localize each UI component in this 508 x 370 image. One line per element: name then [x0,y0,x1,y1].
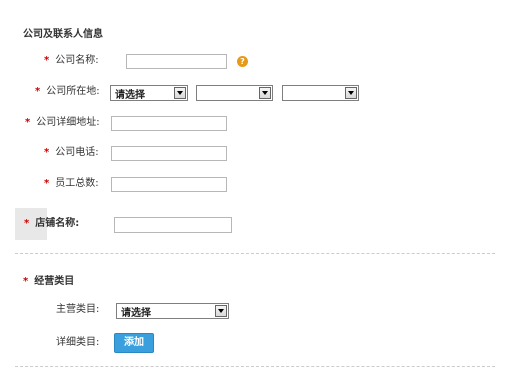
city-select[interactable] [196,85,273,101]
section-title: 公司及联系人信息 [23,29,103,40]
company-address-input[interactable] [111,116,227,131]
bottom-divider [15,366,495,367]
company-location-label-text: 公司所在地: [46,86,100,97]
help-icon[interactable]: ? [237,56,248,67]
chevron-down-icon [174,87,186,99]
company-address-label-text: 公司详细地址: [36,117,100,128]
business-section-title-text: 经营类目 [34,276,75,287]
business-section-title: * 经营类目 [23,275,74,289]
province-select[interactable]: 请选择 [110,85,188,101]
company-name-label: * 公司名称: [44,54,99,68]
company-address-label: * 公司详细地址: [25,116,100,130]
detail-category-label: 详细类目: [56,337,100,348]
required-mark: * [24,218,30,229]
add-category-button[interactable]: 添加 [114,333,154,353]
company-name-label-text: 公司名称: [55,55,99,66]
chevron-down-icon [215,305,227,317]
section-divider [15,253,495,254]
store-name-label-text: 店铺名称: [35,218,80,229]
store-name-input[interactable] [114,217,232,233]
required-mark: * [44,55,50,66]
district-select[interactable] [282,85,359,101]
employee-count-input[interactable] [111,177,227,192]
province-select-value: 请选择 [115,89,145,101]
main-category-select-value: 请选择 [121,307,151,319]
main-category-label: 主营类目: [56,304,100,315]
company-phone-label-text: 公司电话: [55,147,99,158]
employee-count-label: * 员工总数: [44,177,99,191]
company-location-label: * 公司所在地: [35,85,100,99]
chevron-down-icon [345,87,357,99]
employee-count-label-text: 员工总数: [55,178,99,189]
chevron-down-icon [259,87,271,99]
required-mark: * [23,276,29,287]
company-name-input[interactable] [126,54,227,69]
required-mark: * [44,147,50,158]
main-category-select[interactable]: 请选择 [116,303,229,319]
company-phone-label: * 公司电话: [44,146,99,160]
required-mark: * [25,117,31,128]
required-mark: * [35,86,41,97]
store-name-label: * 店铺名称: [24,217,79,231]
company-phone-input[interactable] [111,146,227,161]
required-mark: * [44,178,50,189]
